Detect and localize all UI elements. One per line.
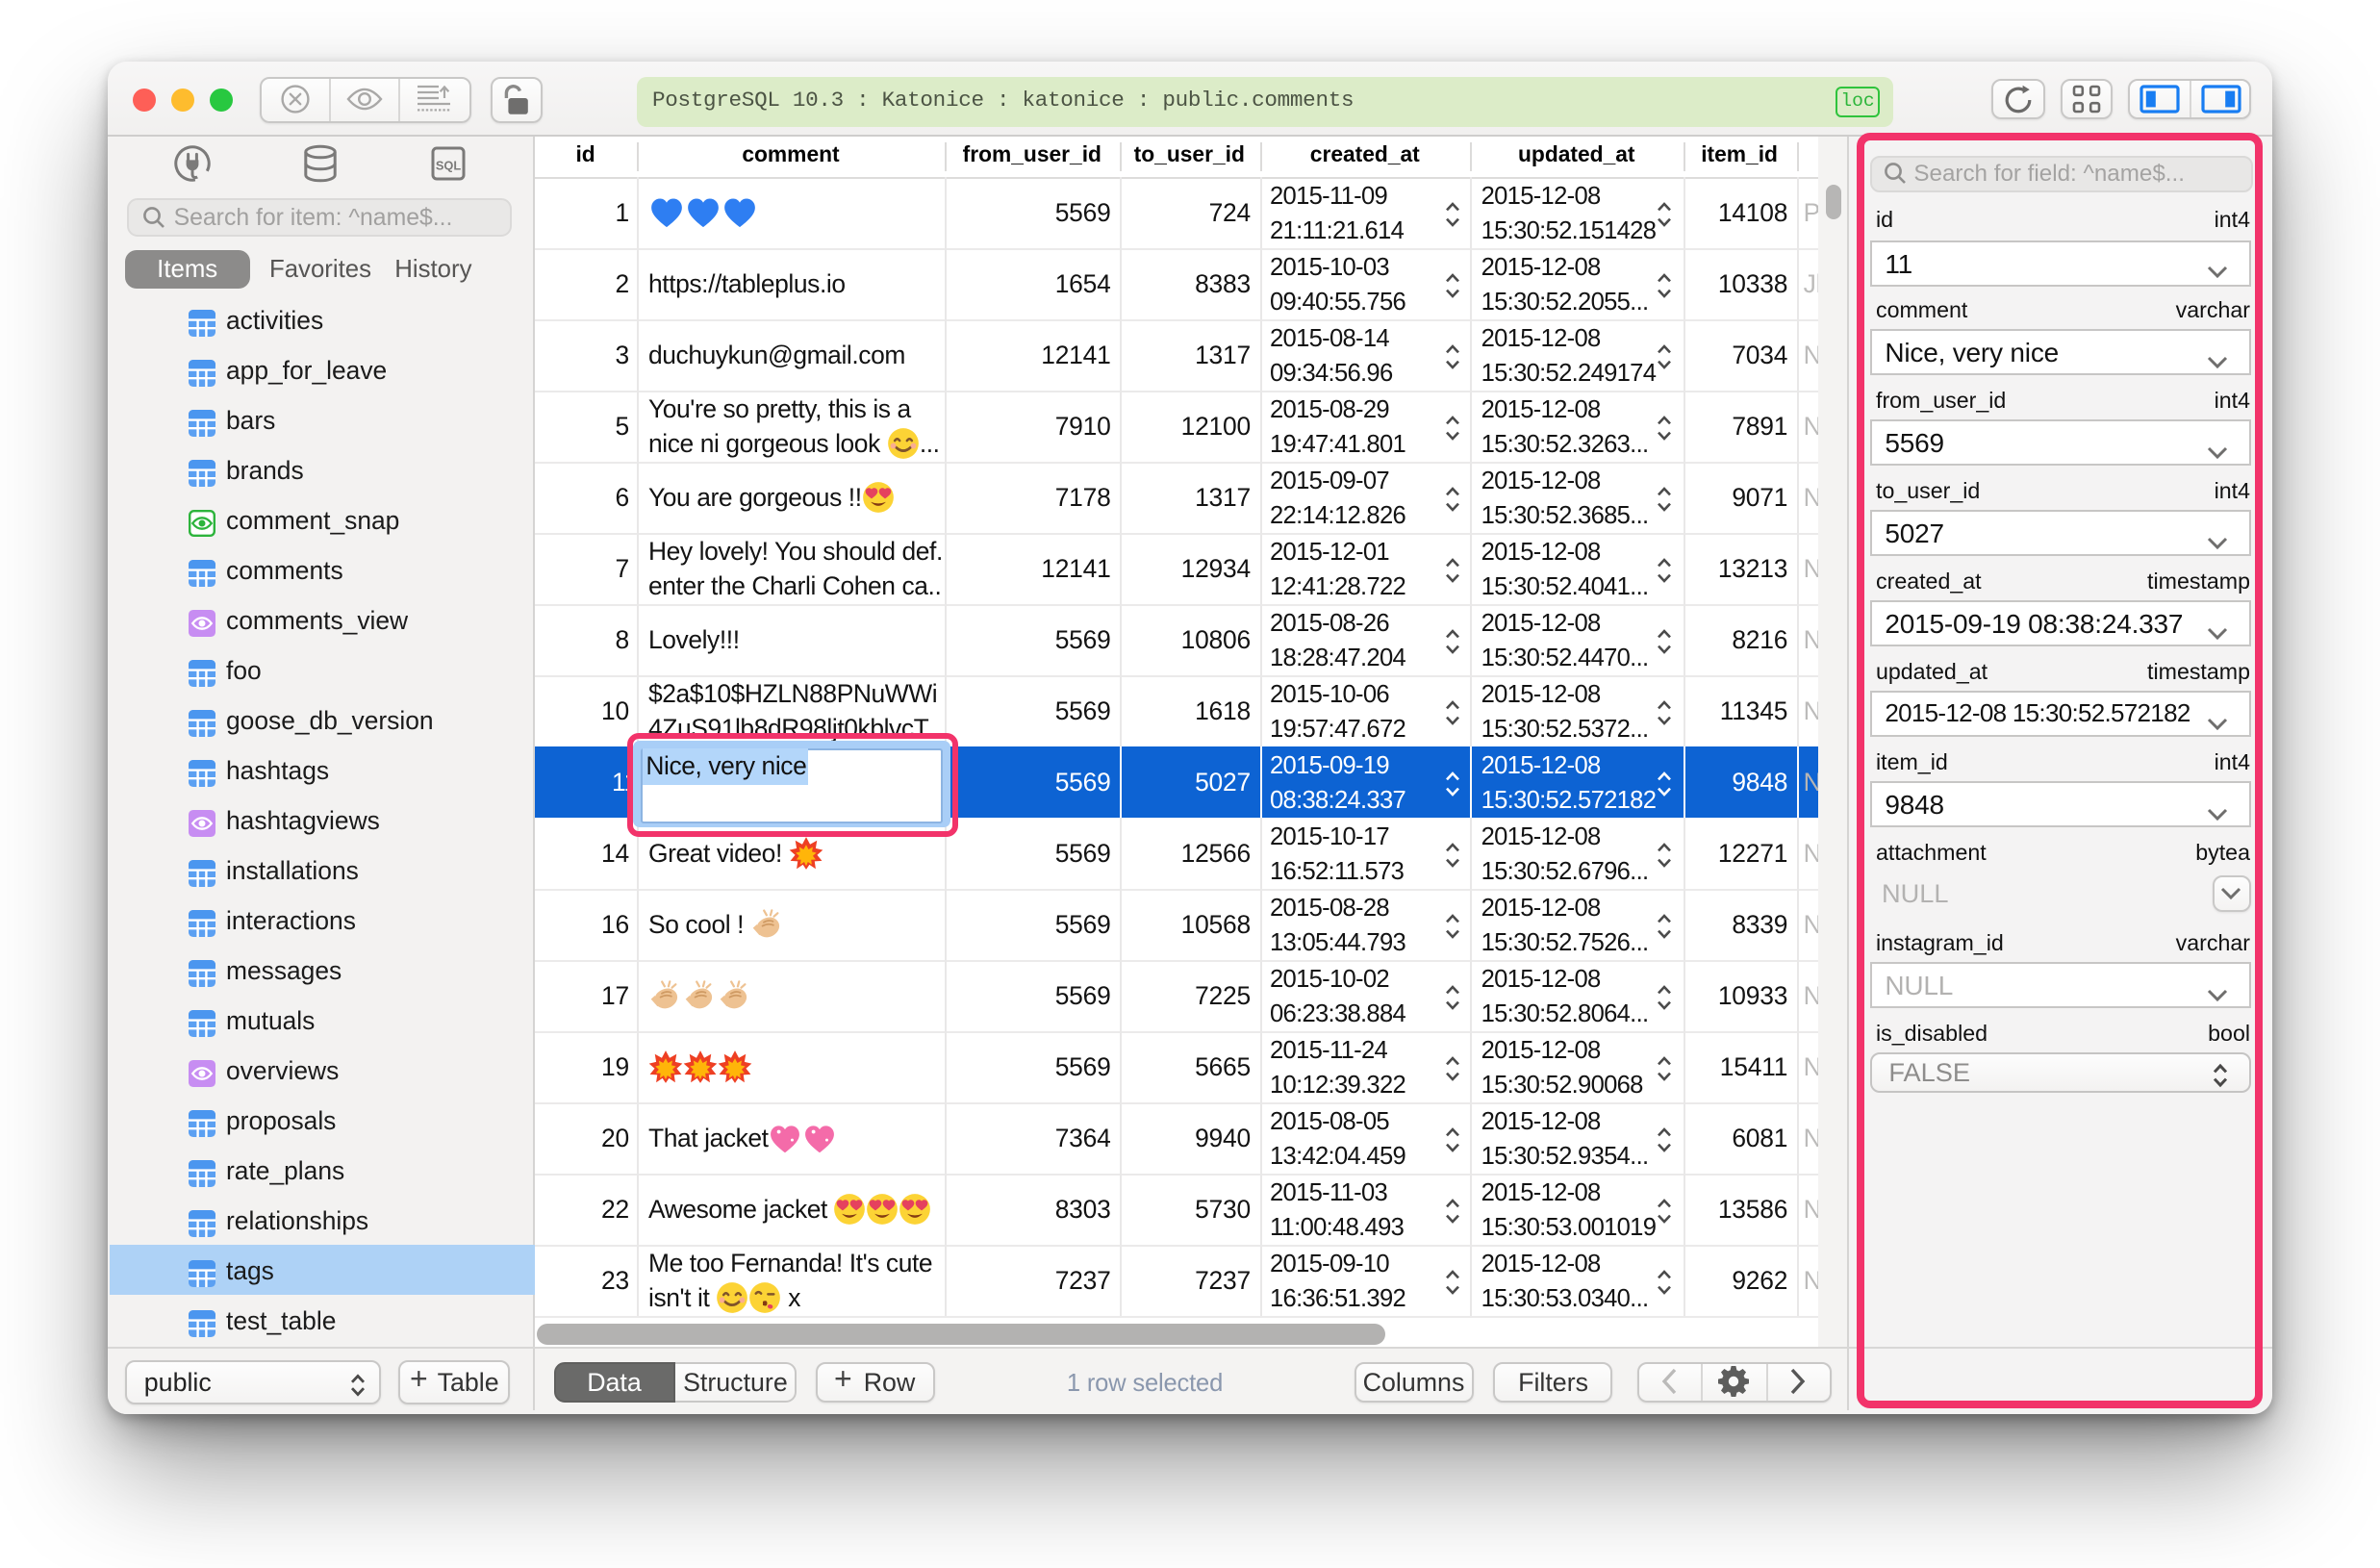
svg-text:SQL: SQL xyxy=(435,159,460,173)
